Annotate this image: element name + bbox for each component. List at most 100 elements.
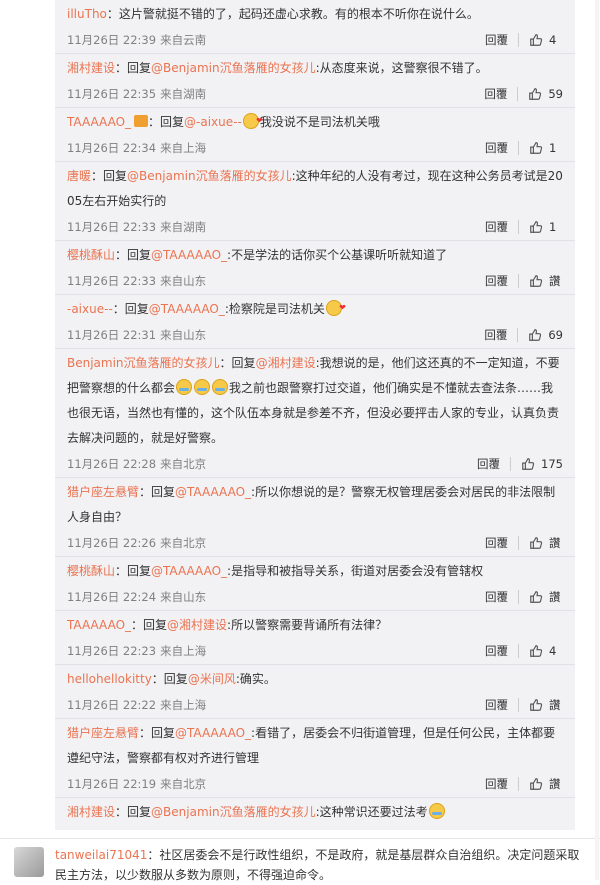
reply-time: 11月26日 22:33	[67, 274, 157, 288]
like-button[interactable]: 175	[521, 457, 563, 471]
reply-text: :这种常识还要过法考	[315, 805, 428, 819]
like-button[interactable]: 1	[529, 141, 563, 155]
reply-item: 樱桃酥山：回复@TAAAAAO_:是指导和被指导关系，街道对居委会没有管辖权 11…	[55, 557, 575, 611]
mention-link[interactable]: @TAAAAAO_	[149, 302, 225, 316]
avatar[interactable]	[14, 847, 44, 877]
reply-username[interactable]: 湘村建设	[67, 805, 115, 819]
reply-username[interactable]: 唐暖	[67, 169, 91, 183]
divider	[518, 777, 519, 791]
like-button[interactable]: 讚	[529, 535, 563, 551]
laugh-cry-emoji-icon	[428, 803, 445, 819]
divider	[518, 536, 519, 550]
reply-item: Benjamin沉鱼落雁的女孩儿：回复@湘村建设:我想说的是，他们这还真的不一定…	[55, 349, 575, 478]
reply-button[interactable]: 回覆	[485, 140, 508, 156]
like-count: 1	[549, 141, 557, 155]
reply-time: 11月26日 22:33	[67, 220, 157, 234]
reply-time: 11月26日 22:28	[67, 457, 157, 471]
reply-body: 湘村建设：回复@Benjamin沉鱼落雁的女孩儿:从态度来说，这警察很不错了。	[67, 54, 563, 81]
thumbs-up-icon	[528, 328, 548, 342]
reply-button[interactable]: 回覆	[485, 273, 508, 289]
reply-body: TAAAAAO_ ：回复@-aixue-- 我没说不是司法机关哦	[67, 108, 563, 135]
reply-username[interactable]: 猎户座左悬臂	[67, 485, 139, 499]
reply-button[interactable]: 回覆	[485, 535, 508, 551]
thumbs-up-icon	[529, 274, 549, 288]
reply-item: 樱桃酥山：回复@TAAAAAO_:不是学法的话你买个公基课听听就知道了 11月26…	[55, 241, 575, 295]
reply-body: 唐暖：回复@Benjamin沉鱼落雁的女孩儿:这种年纪的人没有考过，现在这种公务…	[67, 162, 563, 214]
divider	[510, 457, 512, 471]
mention-link[interactable]: @Benjamin沉鱼落雁的女孩儿	[151, 805, 316, 819]
comment-username[interactable]: tanweilai71041	[55, 848, 147, 862]
reply-username[interactable]: illuTho	[67, 7, 107, 21]
like-count: 讚	[549, 698, 561, 712]
reply-item: 猎户座左悬臂：回复@TAAAAAO_:所以你想说的是？警察无权管理居委会对居民的…	[55, 478, 575, 557]
divider	[518, 590, 519, 604]
reply-username[interactable]: TAAAAAO_	[67, 115, 131, 129]
reply-text: ：回复	[148, 115, 185, 129]
reply-username[interactable]: TAAAAAO_	[67, 618, 131, 632]
reply-text: ：回复	[139, 726, 176, 740]
reply-button[interactable]: 回覆	[477, 456, 500, 472]
mention-link[interactable]: @TAAAAAO_	[151, 564, 227, 578]
reply-meta: 11月26日 22:31 来自山东 回覆 69	[67, 322, 563, 348]
like-button[interactable]: 讚	[529, 589, 563, 605]
reply-button[interactable]: 回覆	[485, 219, 508, 235]
like-button[interactable]: 讚	[529, 776, 563, 792]
reply-item: TAAAAAO_：回复@湘村建设:所以警察需要背诵所有法律？ 11月26日 22:…	[55, 611, 575, 665]
like-count: 4	[549, 644, 557, 658]
thumbs-up-icon	[529, 644, 549, 658]
mention-link[interactable]: @TAAAAAO_	[175, 726, 251, 740]
like-button[interactable]: 讚	[529, 273, 563, 289]
reply-location: 来自上海	[160, 644, 207, 658]
mention-link[interactable]: @Benjamin沉鱼落雁的女孩儿	[151, 61, 316, 75]
reply-username[interactable]: hellohellokitty	[67, 672, 152, 686]
reply-text: ：回复	[115, 248, 152, 262]
mention-link[interactable]: @Benjamin沉鱼落雁的女孩儿	[127, 169, 292, 183]
mention-link[interactable]: @湘村建设	[167, 618, 227, 632]
reply-text: ：回复	[151, 672, 188, 686]
mention-link[interactable]: @TAAAAAO_	[175, 485, 251, 499]
divider	[517, 87, 519, 101]
reply-location: 来自北京	[160, 777, 207, 791]
laugh-cry-emoji-icon	[194, 379, 211, 395]
mention-link[interactable]: @TAAAAAO_	[151, 248, 227, 262]
reply-body: Benjamin沉鱼落雁的女孩儿：回复@湘村建设:我想说的是，他们这还真的不一定…	[67, 349, 563, 451]
reply-location: 来自湖南	[160, 87, 207, 101]
reply-button[interactable]: 回覆	[484, 86, 507, 102]
reply-username[interactable]: 湘村建设	[67, 61, 115, 75]
like-count: 59	[548, 87, 563, 101]
reply-location: 来自湖南	[160, 220, 207, 234]
reply-button[interactable]: 回覆	[485, 776, 508, 792]
like-button[interactable]: 4	[529, 33, 563, 47]
mention-link[interactable]: @米间风	[188, 672, 236, 686]
mention-link[interactable]: @-aixue--	[184, 115, 242, 129]
scrollbar[interactable]	[595, 0, 599, 880]
reply-username[interactable]: -aixue--	[67, 302, 113, 316]
reply-button[interactable]: 回覆	[485, 32, 508, 48]
reply-button[interactable]: 回覆	[484, 327, 507, 343]
like-button[interactable]: 59	[528, 87, 563, 101]
like-button[interactable]: 讚	[529, 697, 563, 713]
reply-meta: 11月26日 22:26 来自北京 回覆 讚	[67, 530, 563, 556]
reply-username[interactable]: 猎户座左悬臂	[67, 726, 139, 740]
reply-meta: 11月26日 22:19来自湖南回覆29	[67, 825, 563, 830]
reply-text: 我没说不是司法机关哦	[259, 115, 380, 129]
reply-time: 11月26日 22:22	[67, 698, 157, 712]
reply-body: hellohellokitty：回复@米间风:确实。	[67, 665, 563, 692]
like-button[interactable]: 4	[529, 644, 563, 658]
laugh-cry-emoji-icon	[176, 379, 193, 395]
like-count: 讚	[549, 777, 561, 791]
reply-button[interactable]: 回覆	[485, 589, 508, 605]
reply-button[interactable]: 回覆	[485, 643, 508, 659]
reply-body: TAAAAAO_：回复@湘村建设:所以警察需要背诵所有法律？	[67, 611, 563, 638]
like-button[interactable]: 69	[528, 328, 563, 342]
reply-text: ：回复	[115, 564, 152, 578]
reply-time: 11月26日 22:24	[67, 590, 157, 604]
mention-link[interactable]: @湘村建设	[256, 356, 316, 370]
reply-username[interactable]: 樱桃酥山	[67, 564, 115, 578]
reply-username[interactable]: 樱桃酥山	[67, 248, 115, 262]
like-button[interactable]: 1	[529, 220, 563, 234]
reply-username[interactable]: Benjamin沉鱼落雁的女孩儿	[67, 356, 220, 370]
reply-button[interactable]: 回覆	[485, 697, 508, 713]
reply-text: :是指导和被指导关系，街道对居委会没有管辖权	[227, 564, 484, 578]
thumbs-up-icon	[529, 698, 549, 712]
